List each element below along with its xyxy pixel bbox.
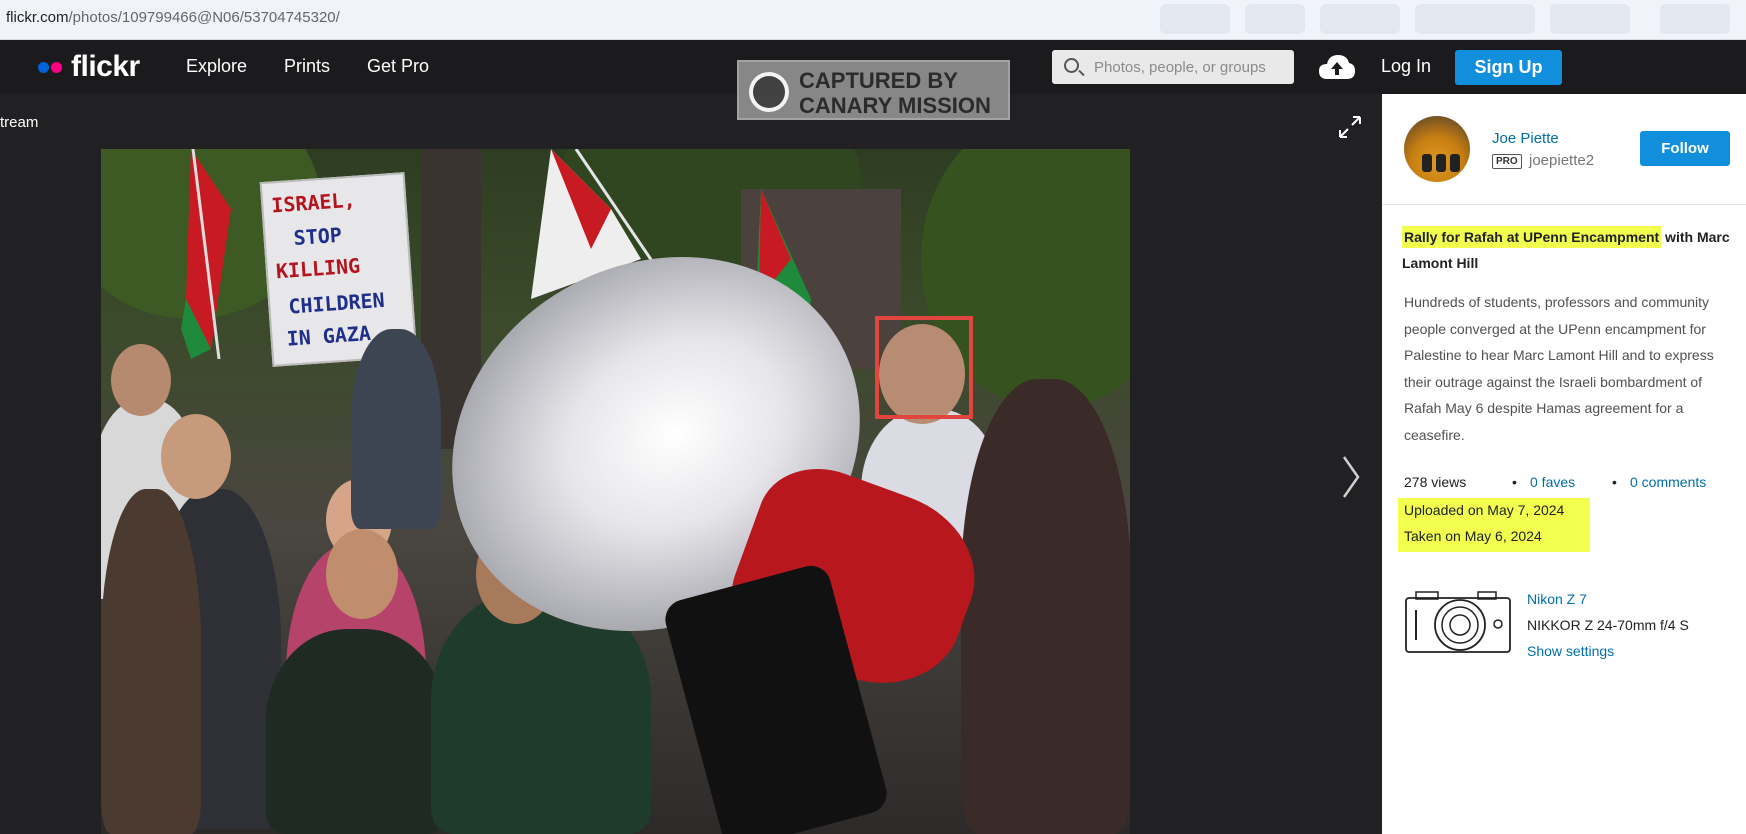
photo-face <box>111 344 171 416</box>
nav-get-pro[interactable]: Get Pro <box>367 56 429 77</box>
uploaded-date: Uploaded on May 7, 2024 <box>1404 502 1565 518</box>
sign-line: CHILDREN <box>287 287 386 319</box>
sign-line: ISRAEL, <box>270 187 357 218</box>
browser-toolbar-icon[interactable] <box>1320 4 1400 34</box>
url-text[interactable]: flickr.com/photos/109799466@N06/53704745… <box>6 9 340 26</box>
photo-face <box>326 529 398 619</box>
logo-text: flickr <box>71 50 140 83</box>
face-annotation-box <box>875 316 973 419</box>
search-input[interactable] <box>1094 50 1290 84</box>
browser-toolbar-icon[interactable] <box>1160 4 1230 34</box>
browser-toolbar-icon[interactable] <box>1245 4 1305 34</box>
comments-link[interactable]: 0 comments <box>1630 474 1706 490</box>
browser-toolbar-icon[interactable] <box>1660 4 1730 34</box>
signup-button[interactable]: Sign Up <box>1455 50 1562 85</box>
search-icon <box>1064 58 1079 73</box>
pro-badge: PRO <box>1492 154 1522 169</box>
photo-title: Rally for Rafah at UPenn Encampment with… <box>1402 224 1732 276</box>
watermark-text: CAPTURED BY CANARY MISSION <box>799 68 991 118</box>
photo-person <box>351 329 441 529</box>
upload-cloud-icon[interactable] <box>1318 53 1356 81</box>
nav-prints[interactable]: Prints <box>284 56 330 77</box>
sign-line: IN GAZA <box>285 320 372 351</box>
avatar-detail <box>1436 154 1446 172</box>
nav-explore[interactable]: Explore <box>186 56 247 77</box>
url-host: flickr.com <box>6 9 69 26</box>
canary-logo-icon <box>749 72 789 112</box>
photo-stage: tream ISRAEL, STOP KILLING CHILDREN IN G… <box>0 94 1382 834</box>
sign-line: KILLING <box>275 253 361 284</box>
search-box[interactable] <box>1052 50 1294 84</box>
main-photo[interactable]: ISRAEL, STOP KILLING CHILDREN IN GAZA <box>101 149 1130 834</box>
follow-button[interactable]: Follow <box>1640 131 1730 166</box>
canary-mission-watermark: CAPTURED BY CANARY MISSION <box>737 60 1010 120</box>
lens-info: NIKKOR Z 24-70mm f/4 S <box>1527 617 1689 633</box>
expand-fullscreen-icon[interactable] <box>1337 114 1363 140</box>
back-to-photostream-link[interactable]: tream <box>0 114 38 131</box>
stats-separator: • <box>1512 474 1517 490</box>
author-name-link[interactable]: Joe Piette <box>1492 130 1559 147</box>
faves-link[interactable]: 0 faves <box>1530 474 1575 490</box>
camera-icon <box>1405 591 1511 653</box>
photo-person <box>961 379 1130 834</box>
author-avatar[interactable] <box>1404 116 1470 182</box>
logo-blue-dot <box>38 61 49 73</box>
logo-pink-dot <box>51 61 62 73</box>
browser-toolbar-icon[interactable] <box>1550 4 1630 34</box>
author-handle-link[interactable]: joepiette2 <box>1529 152 1594 169</box>
taken-date: Taken on May 6, 2024 <box>1404 528 1542 544</box>
photo-person <box>266 629 446 834</box>
photo-title-highlighted: Rally for Rafah at UPenn Encampment <box>1402 226 1662 248</box>
show-settings-link[interactable]: Show settings <box>1527 643 1614 659</box>
avatar-detail <box>1422 154 1432 172</box>
photo-person <box>101 489 201 834</box>
flickr-logo[interactable]: flickr <box>38 50 140 84</box>
photo-face <box>161 414 231 499</box>
views-count: 278 views <box>1404 474 1467 490</box>
next-photo-chevron-icon[interactable] <box>1340 454 1362 500</box>
photo-info-sidebar: Joe Piette PRO joepiette2 Follow Rally f… <box>1382 94 1746 834</box>
watermark-line: CAPTURED BY <box>799 68 958 93</box>
watermark-line: CANARY MISSION <box>799 93 991 118</box>
login-link[interactable]: Log In <box>1381 56 1431 77</box>
sign-line: STOP <box>292 222 343 251</box>
browser-toolbar-icon[interactable] <box>1415 4 1535 34</box>
url-path: /photos/109799466@N06/53704745320/ <box>68 9 340 26</box>
sidebar-divider <box>1382 204 1746 205</box>
stats-separator: • <box>1612 474 1617 490</box>
photo-description: Hundreds of students, professors and com… <box>1404 294 1714 443</box>
photo-flag <box>181 149 231 359</box>
camera-model-link[interactable]: Nikon Z 7 <box>1527 591 1587 607</box>
avatar-detail <box>1450 154 1460 172</box>
browser-address-bar[interactable]: flickr.com/photos/109799466@N06/53704745… <box>0 0 1746 40</box>
